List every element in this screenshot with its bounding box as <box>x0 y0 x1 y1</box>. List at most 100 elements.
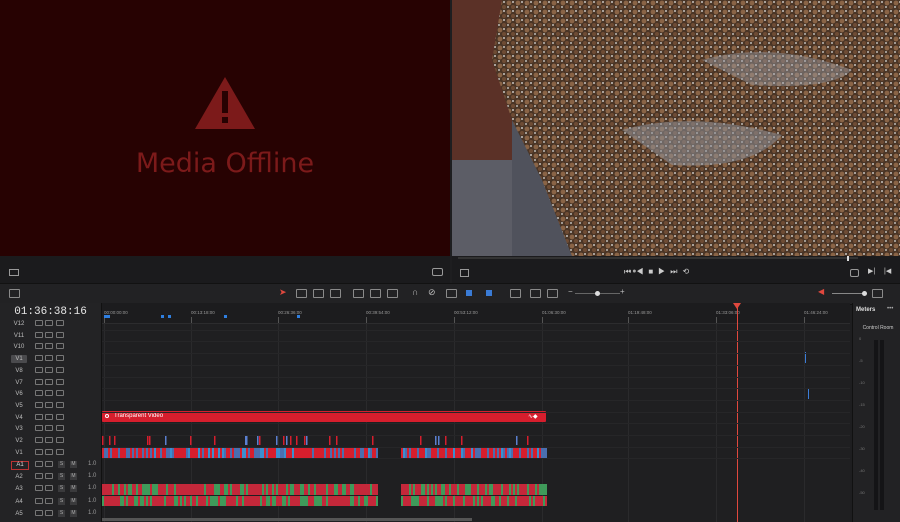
audio-clip-segment[interactable] <box>368 496 370 506</box>
audio-clip-segment[interactable] <box>497 484 499 495</box>
audio-track-header[interactable]: A3 S M 1.0 <box>0 483 101 494</box>
audio-clip-segment[interactable] <box>128 484 130 495</box>
audio-track-header[interactable]: A4 S M 1.0 <box>0 496 101 507</box>
audio-clip-segment[interactable] <box>310 484 312 495</box>
audio-clip-segment[interactable] <box>166 496 168 506</box>
audio-clip-segment[interactable] <box>298 484 300 495</box>
video-clip-segment[interactable] <box>328 447 330 458</box>
audio-clip-segment[interactable] <box>531 484 533 495</box>
audio-clip-segment[interactable] <box>523 484 525 495</box>
audio-clip-segment[interactable] <box>461 484 463 495</box>
video-clip-segment[interactable] <box>296 447 298 458</box>
audio-clip-segment[interactable] <box>543 484 545 495</box>
audio-clip-segment[interactable] <box>409 484 411 495</box>
audio-clip-segment[interactable] <box>340 484 342 495</box>
audio-clip-segment[interactable] <box>206 484 208 495</box>
audio-clip-segment[interactable] <box>539 484 541 495</box>
video-clip-segment[interactable] <box>435 447 437 458</box>
audio-clip-segment[interactable] <box>427 484 429 495</box>
video-clip-fragment[interactable] <box>306 435 308 445</box>
audio-clip-segment[interactable] <box>188 484 190 495</box>
video-track-header[interactable]: V5 <box>0 400 101 411</box>
video-clip-fragment[interactable] <box>329 435 331 445</box>
video-clip-segment[interactable] <box>142 447 144 458</box>
timeline-marker[interactable] <box>107 315 110 318</box>
video-clip-segment[interactable] <box>409 447 411 458</box>
audio-clip-segment[interactable] <box>318 496 320 506</box>
audio-clip-segment[interactable] <box>332 496 334 506</box>
video-clip-segment[interactable] <box>451 447 453 458</box>
video-track-header[interactable]: V1 <box>0 353 101 364</box>
video-clip-segment[interactable] <box>523 447 525 458</box>
audio-clip-segment[interactable] <box>240 496 242 506</box>
audio-clip-segment[interactable] <box>463 484 465 495</box>
audio-clip-segment[interactable] <box>214 484 216 495</box>
audio-clip-segment[interactable] <box>521 484 523 495</box>
audio-clip-segment[interactable] <box>204 484 206 495</box>
video-track-header[interactable]: V6 <box>0 388 101 399</box>
audio-clip-segment[interactable] <box>202 484 204 495</box>
audio-clip-segment[interactable] <box>158 484 160 495</box>
audio-clip-segment[interactable] <box>374 484 376 495</box>
video-clip-segment[interactable] <box>479 447 481 458</box>
audio-clip-segment[interactable] <box>364 496 366 506</box>
audio-clip-segment[interactable] <box>350 484 352 495</box>
timeline-marker[interactable] <box>168 315 171 318</box>
video-clip-segment[interactable] <box>539 447 541 458</box>
audio-clip-segment[interactable] <box>282 484 284 495</box>
audio-clip-segment[interactable] <box>469 496 471 506</box>
audio-clip-segment[interactable] <box>204 496 206 506</box>
audio-clip-segment[interactable] <box>168 484 170 495</box>
audio-clip-segment[interactable] <box>358 484 360 495</box>
audio-clip-segment[interactable] <box>429 496 431 506</box>
audio-clip-segment[interactable] <box>459 484 461 495</box>
video-track-header[interactable]: V11 <box>0 330 101 341</box>
video-clip-segment[interactable] <box>368 447 370 458</box>
audio-clip-segment[interactable] <box>505 484 507 495</box>
audio-clip-segment[interactable] <box>118 484 120 495</box>
audio-clip-segment[interactable] <box>230 484 232 495</box>
video-clip-fragment[interactable] <box>259 435 261 445</box>
video-clip-segment[interactable] <box>421 447 423 458</box>
video-clip-segment[interactable] <box>210 447 212 458</box>
audio-clip-segment[interactable] <box>511 484 513 495</box>
audio-clip-segment[interactable] <box>208 496 210 506</box>
auto-select-icon[interactable] <box>45 485 53 492</box>
video-clip-segment[interactable] <box>354 447 356 458</box>
audio-clip-segment[interactable] <box>326 496 328 506</box>
audio-clip-segment[interactable] <box>539 496 541 506</box>
audio-clip-segment[interactable] <box>441 496 443 506</box>
video-clip-segment[interactable] <box>286 447 288 458</box>
audio-clip-segment[interactable] <box>132 496 134 506</box>
audio-clip-segment[interactable] <box>262 484 264 495</box>
audio-clip-segment[interactable] <box>485 484 487 495</box>
program-viewer[interactable] <box>452 0 900 256</box>
audio-clip-segment[interactable] <box>190 484 192 495</box>
audio-clip-segment[interactable] <box>228 484 230 495</box>
audio-clip-segment[interactable] <box>413 496 415 506</box>
video-clip-segment[interactable] <box>162 447 164 458</box>
audio-clip-segment[interactable] <box>114 496 116 506</box>
audio-clip-segment[interactable] <box>513 484 515 495</box>
audio-clip-segment[interactable] <box>507 496 509 506</box>
audio-clip-segment[interactable] <box>274 484 276 495</box>
audio-clip-segment[interactable] <box>543 496 545 506</box>
audio-clip-segment[interactable] <box>467 496 469 506</box>
video-clip-segment[interactable] <box>306 447 308 458</box>
video-clip-segment[interactable] <box>124 447 126 458</box>
lock-icon[interactable] <box>35 390 43 397</box>
audio-clip-segment[interactable] <box>178 496 180 506</box>
audio-clip-segment[interactable] <box>316 496 318 506</box>
audio-clip-segment[interactable] <box>246 484 248 495</box>
audio-clip-segment[interactable] <box>346 484 348 495</box>
video-clip-segment[interactable] <box>202 447 204 458</box>
audio-clip-segment[interactable] <box>332 484 334 495</box>
audio-clip-segment[interactable] <box>314 484 316 495</box>
video-clip-segment[interactable] <box>499 447 501 458</box>
audio-clip-segment[interactable] <box>330 484 332 495</box>
audio-clip-segment[interactable] <box>264 484 266 495</box>
video-clip-segment[interactable] <box>248 447 250 458</box>
audio-clip-segment[interactable] <box>172 484 174 495</box>
video-clip-fragment[interactable] <box>214 435 216 445</box>
audio-clip-segment[interactable] <box>326 484 328 495</box>
